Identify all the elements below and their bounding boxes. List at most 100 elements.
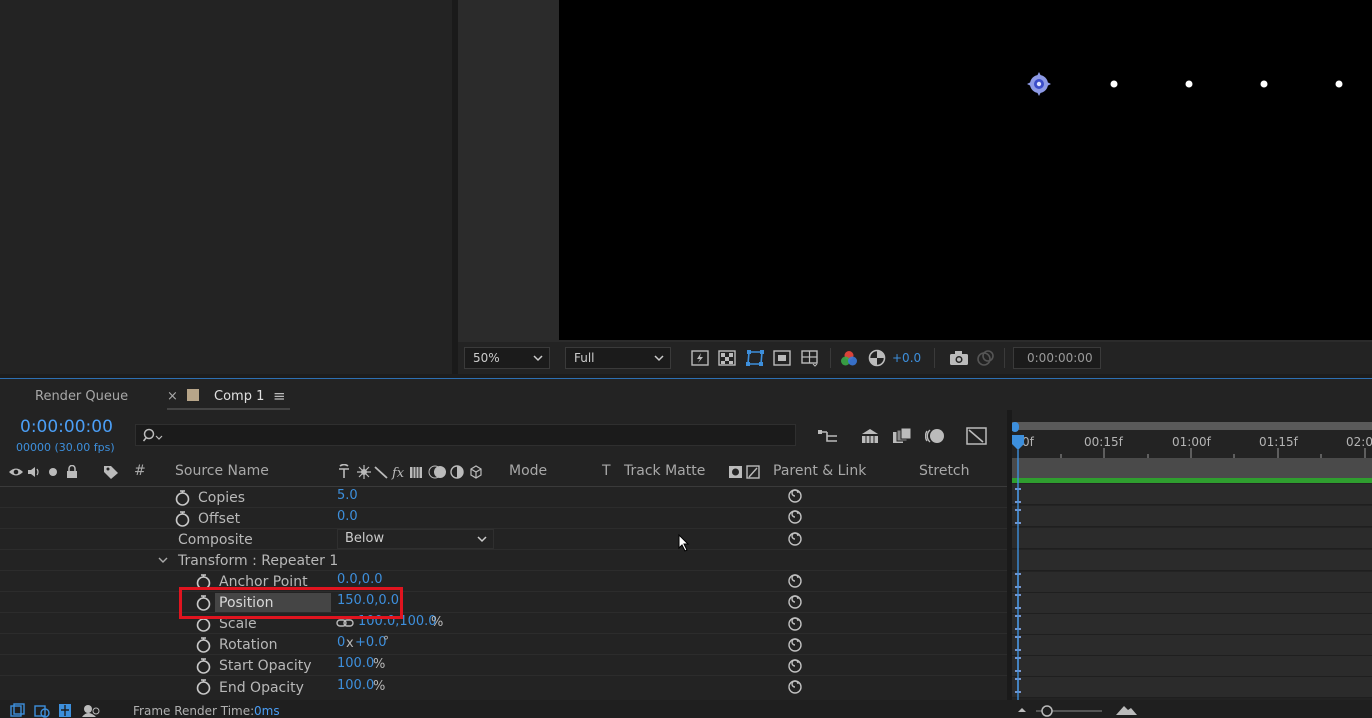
pick-whip-icon[interactable] <box>788 659 802 673</box>
region-of-interest-icon[interactable] <box>773 350 791 366</box>
navigator-start-handle[interactable] <box>1011 422 1019 432</box>
work-area-bar[interactable] <box>1012 478 1372 483</box>
pick-whip-icon[interactable] <box>788 638 802 652</box>
tab-render-queue[interactable]: Render Queue <box>35 389 128 404</box>
column-source-name[interactable]: Source Name <box>175 463 269 479</box>
timeline-track-row[interactable] <box>1012 635 1372 656</box>
composition-canvas[interactable] <box>559 0 1372 340</box>
fast-previews-icon[interactable] <box>691 350 709 366</box>
color-management-icon[interactable] <box>868 349 886 367</box>
timeline-track-row[interactable] <box>1012 656 1372 677</box>
constrain-proportions-link-icon[interactable] <box>336 618 354 628</box>
layer-search-input[interactable] <box>135 424 796 446</box>
offset-value[interactable]: 0.0 <box>337 509 358 524</box>
chevron-down-icon <box>654 355 664 362</box>
label-tag-icon <box>104 466 118 479</box>
copies-value[interactable]: 5.0 <box>337 488 358 503</box>
show-snapshot-icon[interactable] <box>976 349 996 367</box>
eye-icon <box>9 468 23 476</box>
property-row-composite[interactable]: Composite Below <box>0 529 1008 550</box>
graph-editor-icon[interactable] <box>966 426 988 446</box>
end-opacity-value[interactable]: 100.0 <box>337 678 374 693</box>
timeline-track-row[interactable] <box>1012 506 1372 527</box>
viewer-timecode[interactable]: 0:00:00:00 <box>1013 347 1101 369</box>
transfer-controls-toggle-icon[interactable] <box>34 705 50 718</box>
composition-mini-flowchart-icon[interactable] <box>817 427 839 445</box>
current-time[interactable]: 0:00:00:00 <box>20 417 113 437</box>
color-channels-icon[interactable] <box>840 350 858 367</box>
property-row-rotation[interactable]: Rotation 0 x +0.0 ° <box>0 634 1008 655</box>
frame-blending-icon[interactable] <box>892 427 914 445</box>
pick-whip-icon[interactable] <box>788 574 802 588</box>
exposure-value[interactable]: +0.0 <box>892 351 921 365</box>
camera-icon[interactable] <box>949 350 969 366</box>
timeline-track-row[interactable] <box>1012 593 1372 614</box>
pick-whip-icon[interactable] <box>788 595 802 609</box>
stopwatch-icon[interactable] <box>175 489 190 506</box>
column-preserve-transparency[interactable]: T <box>602 463 611 479</box>
motion-blur-switch-icon <box>428 465 446 479</box>
timeline-track-row[interactable] <box>1012 484 1372 505</box>
pick-whip-icon[interactable] <box>788 532 802 546</box>
property-label: Copies <box>198 490 246 506</box>
composite-dropdown[interactable]: Below <box>337 529 494 549</box>
zoom-out-mountain-icon[interactable] <box>1018 708 1026 712</box>
property-row-end-opacity[interactable]: End Opacity 100.0 % <box>0 676 1008 697</box>
stopwatch-icon[interactable] <box>196 636 211 653</box>
pick-whip-icon[interactable] <box>788 510 802 524</box>
column-mode[interactable]: Mode <box>509 463 547 479</box>
column-parent-link[interactable]: Parent & Link <box>773 463 866 479</box>
render-time-toggle-icon[interactable] <box>82 705 100 717</box>
column-hash[interactable]: # <box>134 463 146 479</box>
transparency-grid-icon[interactable] <box>718 350 736 366</box>
timeline-track-row[interactable] <box>1012 614 1372 635</box>
expand-chevron-icon[interactable] <box>158 557 168 565</box>
timeline-track-row[interactable] <box>1012 677 1372 698</box>
toolbar-separator <box>934 348 935 368</box>
scale-unit: % <box>431 615 444 630</box>
timeline-track-row[interactable] <box>1012 528 1372 549</box>
layer-duration-track[interactable] <box>1012 458 1372 478</box>
timeline-track-row[interactable] <box>1012 550 1372 571</box>
property-row-offset[interactable]: Offset 0.0 <box>0 508 1008 529</box>
anchor-point-value[interactable]: 0.0,0.0 <box>337 572 382 587</box>
draft-3d-icon[interactable] <box>859 427 881 445</box>
pick-whip-icon[interactable] <box>788 617 802 631</box>
comp-color-swatch <box>187 389 199 401</box>
property-row-scale[interactable]: Scale 100.0,100.0 % <box>0 613 1008 634</box>
pick-whip-icon[interactable] <box>788 680 802 694</box>
anchor-gear-icon[interactable] <box>1027 72 1051 96</box>
zoom-dropdown[interactable]: 50% <box>464 347 550 369</box>
rotation-revolutions[interactable]: 0 <box>337 635 345 650</box>
tab-comp-1[interactable]: Comp 1 <box>214 389 264 404</box>
property-row-position[interactable]: Position 150.0,0.0 <box>0 592 1008 613</box>
playhead[interactable] <box>1010 434 1026 700</box>
grid-guides-icon[interactable] <box>800 349 820 367</box>
in-out-toggle-icon[interactable] <box>59 704 71 717</box>
work-area-navigator[interactable] <box>1012 422 1372 430</box>
stopwatch-icon[interactable] <box>175 510 190 527</box>
property-group-transform-repeater[interactable]: Transform : Repeater 1 <box>0 550 1008 571</box>
property-row-start-opacity[interactable]: Start Opacity 100.0 % <box>0 655 1008 676</box>
column-stretch[interactable]: Stretch <box>919 463 970 479</box>
av-features-header <box>9 465 77 478</box>
tab-close-icon[interactable]: × <box>167 389 178 404</box>
start-opacity-value[interactable]: 100.0 <box>337 656 374 671</box>
motion-blur-icon[interactable] <box>925 426 947 446</box>
column-track-matte[interactable]: Track Matte <box>624 463 705 479</box>
property-row-copies[interactable]: Copies 5.0 <box>0 487 1008 508</box>
property-row-anchor-point[interactable]: Anchor Point 0.0,0.0 <box>0 571 1008 592</box>
layer-switches-toggle-icon[interactable] <box>10 703 25 717</box>
mask-visibility-icon[interactable] <box>745 349 765 367</box>
timeline-track-row[interactable] <box>1012 572 1372 593</box>
stopwatch-icon[interactable] <box>196 657 211 674</box>
quality-icon <box>374 466 388 479</box>
rotation-degrees[interactable]: +0.0 <box>355 635 387 650</box>
zoom-slider-thumb[interactable] <box>1041 705 1053 717</box>
status-bar-toggles <box>10 703 100 718</box>
tab-menu-icon[interactable]: ≡ <box>273 387 286 405</box>
zoom-in-mountain-icon[interactable] <box>1116 706 1137 715</box>
pick-whip-icon[interactable] <box>788 489 802 503</box>
resolution-dropdown[interactable]: Full <box>565 347 671 369</box>
stopwatch-icon[interactable] <box>196 678 211 695</box>
